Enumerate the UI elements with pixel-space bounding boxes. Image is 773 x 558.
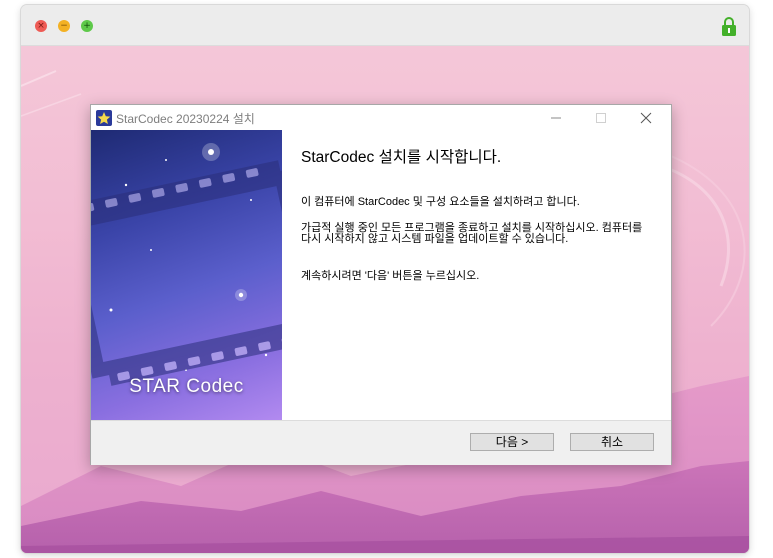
intro-text: 이 컴퓨터에 StarCodec 및 구성 요소들을 설치하려고 합니다. [301,196,580,208]
minimize-icon [551,117,561,119]
dialog-maximize-button[interactable] [579,107,623,129]
continue-text: 계속하시려면 '다음' 버튼을 누르십시오. [301,270,480,282]
next-button[interactable]: 다음 > [470,433,554,451]
close-icon [640,112,652,124]
cancel-button[interactable]: 취소 [570,433,654,451]
zoom-window-button[interactable]: + [81,20,93,32]
outer-titlebar: × − + [21,5,749,46]
welcome-heading: StarCodec 설치를 시작합니다. [301,149,502,166]
close-window-button[interactable]: × [35,20,47,32]
minimize-window-button[interactable]: − [58,20,70,32]
star-icon [96,110,112,126]
instruction-text: 가급적 실행 중인 모든 프로그램을 종료하고 설치를 시작하십시오. 컴퓨터를… [301,222,643,245]
installer-banner: STAR Codec [91,130,282,420]
plus-icon: + [83,21,91,31]
dialog-title: StarCodec 20230224 설치 [116,112,255,126]
installer-dialog: StarCodec 20230224 설치 STAR Codec StarCod… [90,104,672,465]
maximize-icon [596,113,606,123]
minimize-icon: − [60,21,68,31]
dialog-close-button[interactable] [624,107,668,129]
banner-logo-text: STAR Codec [129,376,244,397]
lock-icon[interactable] [721,16,737,36]
dialog-footer: 다음 > 취소 [91,420,671,465]
dialog-titlebar: StarCodec 20230224 설치 [91,105,671,130]
close-icon: × [37,21,45,31]
dialog-minimize-button[interactable] [534,107,578,129]
